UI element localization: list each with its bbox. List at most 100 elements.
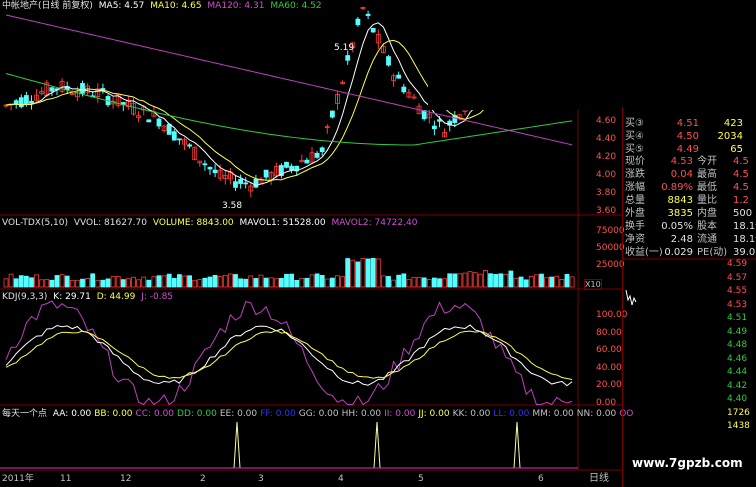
axis-tick-label: 3.80 [596, 188, 617, 198]
volume-bar [421, 277, 427, 288]
candle-body [421, 110, 427, 120]
axis-tick-label: 40.00 [596, 362, 622, 373]
axis-tick-label: 50000 [596, 243, 625, 253]
low-annotation: 3.58 [222, 201, 243, 211]
volume-bar [289, 273, 295, 288]
volume-bar [23, 275, 29, 288]
date-tick-label: 3 [258, 474, 264, 484]
volume-bar [508, 270, 514, 288]
intraday-axis-label: 4.55 [727, 286, 748, 296]
mavol2-label: MAVOL2: 74722.40 [331, 218, 418, 228]
watermark: www.7gpzb.com [632, 456, 743, 470]
volume-bar [345, 258, 351, 288]
candle-body [187, 144, 193, 147]
signal-item: II: 0.00 [384, 409, 416, 419]
ma5-label: MA5: 4.57 [98, 1, 145, 11]
quote-row: 现价 4.53 今开 4.5 [625, 156, 749, 167]
volume-bar [212, 274, 218, 288]
signal-item: CC: 0.00 [135, 409, 175, 419]
volume-bar [18, 275, 24, 288]
candle-body [437, 119, 442, 122]
candle-body [329, 110, 335, 118]
candle-body [166, 123, 172, 135]
intraday-axis-label: 4.59 [727, 259, 748, 269]
volume-bar [319, 274, 325, 288]
kdj-k-label: K: 29.71 [53, 292, 91, 302]
volume-bar [488, 273, 493, 288]
candle-body [238, 179, 244, 184]
bottom-tab-daily[interactable]: 日线 [589, 473, 609, 484]
axis-tick-label: 3.60 [596, 206, 617, 216]
signal-item: KK: 0.00 [452, 409, 491, 419]
axis-tick-label: 4.40 [596, 134, 617, 144]
quote-row: 总量 8843 量比 1.2 [625, 195, 749, 206]
volume-bar [437, 278, 442, 288]
volume-bar [294, 279, 300, 288]
candle-body [202, 163, 208, 166]
volume-bar [100, 279, 106, 288]
volume-bar [207, 276, 213, 288]
intraday-axis-label: 4.49 [727, 326, 748, 337]
candle-body [233, 181, 238, 188]
volume-bar [284, 273, 289, 288]
signal-item: LL: 0.00 [493, 409, 530, 419]
volume-bar [253, 278, 259, 288]
intraday-axis-label: 4.57 [727, 272, 748, 283]
occluded-region [428, 0, 622, 110]
date-tick-label: 4 [338, 474, 344, 484]
volume-bar [80, 278, 85, 288]
candle-body [171, 131, 177, 141]
volume-bar [304, 277, 310, 288]
intraday-axis-label: 1726 [727, 407, 750, 418]
date-tick-label: 11 [60, 474, 72, 484]
candle-body [314, 152, 320, 158]
volume-bar [29, 277, 34, 288]
signal-item: JJ: 0.00 [418, 409, 450, 419]
candle-body [29, 100, 34, 104]
volume-bar [233, 274, 238, 288]
volume-bar [539, 273, 544, 288]
volume-bar [549, 276, 555, 288]
volume-bar [171, 277, 177, 288]
signal-item: HH: 0.00 [341, 409, 382, 419]
volume-unit: X10 [584, 279, 602, 290]
intraday-axis-label: 4.42 [727, 380, 748, 391]
kdj-name: KDJ(9,3,3) [2, 292, 48, 302]
volume-bar [238, 278, 244, 288]
signal-header: 每天一个点 AA: 0.00 BB: 0.00 CC: 0.00 DD: 0.00 EE… [2, 409, 633, 420]
candle-body [304, 159, 310, 164]
volume-bar [90, 273, 96, 288]
volume-bar [166, 273, 172, 288]
ma10-label: MA10: 4.65 [150, 1, 202, 11]
volume-bar [13, 278, 19, 288]
volume-bar [146, 279, 152, 288]
volume-indicator-name: VOL-TDX(5,10) [2, 218, 69, 228]
candle-body [401, 86, 407, 93]
candle-body [284, 161, 289, 168]
axis-tick-label: 4.60 [596, 116, 617, 126]
signal-item: FF: 0.00 [260, 409, 296, 419]
signal-item: DD: 0.00 [177, 409, 217, 419]
signal-item: BB: 0.00 [94, 409, 133, 419]
volume-bar [518, 276, 524, 288]
intraday-axis-label: 1438 [727, 421, 750, 431]
candle-body [263, 169, 269, 178]
signal-name: 每天一个点 [2, 409, 48, 419]
volume-bar [365, 258, 371, 288]
volume-label: VOLUME: 8843.00 [152, 218, 234, 228]
volume-bar [329, 277, 335, 288]
intraday-axis-label: 4.51 [727, 313, 748, 323]
ma60-label: MA60: 4.52 [270, 1, 322, 11]
volume-bar [386, 276, 391, 288]
volume-bar [120, 279, 126, 288]
quote-row: 净资2.48流通18.1亿 [625, 234, 756, 245]
stock-title: 中帐地产(日线 前复权) [2, 1, 93, 11]
intraday-axis-label: 4.53 [727, 299, 748, 310]
volume-bar [431, 277, 437, 288]
volume-header: VOL-TDX(5,10) VVOL: 81627.70 VOLUME: 884… [2, 218, 417, 229]
candle-body [345, 55, 351, 61]
candle-body [13, 100, 19, 104]
volume-bar [243, 278, 249, 288]
quote-panel: 买③ 4.51 423 买④ 4.50 2034 买⑤ 4.49 65 现价 4.53 今开 4.5 涨… [622, 107, 756, 487]
intraday-axis-label: 4.48 [727, 340, 748, 350]
